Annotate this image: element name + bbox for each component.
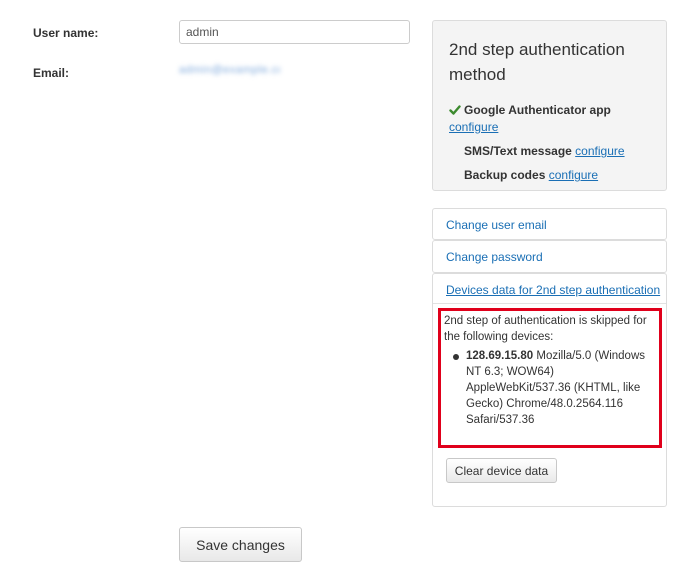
bullet-icon	[453, 354, 459, 360]
username-label: User name:	[33, 26, 99, 40]
device-list-item: 128.69.15.80 Mozilla/5.0 (Windows NT 6.3…	[466, 348, 660, 428]
email-value: admin@example.com	[179, 64, 280, 76]
two-step-panel: 2nd step authentication method Google Au…	[432, 20, 667, 191]
google-auth-label: Google Authenticator app	[464, 103, 611, 117]
clear-device-data-button[interactable]: Clear device data	[446, 458, 557, 483]
panel-title: 2nd step authentication method	[449, 40, 625, 84]
sms-row: SMS/Text message configure	[464, 144, 625, 158]
change-email-card[interactable]: Change user email	[432, 208, 667, 240]
check-icon	[449, 105, 461, 115]
devices-heading-link[interactable]: Devices data for 2nd step authentication	[446, 283, 660, 297]
google-auth-configure-link[interactable]: configure	[449, 120, 498, 134]
save-changes-button[interactable]: Save changes	[179, 527, 302, 562]
change-password-card[interactable]: Change password	[432, 240, 667, 273]
change-email-link[interactable]: Change user email	[446, 218, 547, 232]
devices-divider	[433, 303, 666, 304]
backup-configure-link[interactable]: configure	[549, 168, 598, 182]
backup-codes-label: Backup codes	[464, 168, 546, 182]
devices-intro-text: 2nd step of authentication is skipped fo…	[444, 315, 647, 343]
sms-label: SMS/Text message	[464, 144, 572, 158]
devices-card: Devices data for 2nd step authentication…	[432, 273, 667, 507]
email-label: Email:	[33, 66, 70, 80]
device-ip: 128.69.15.80	[466, 350, 534, 362]
change-password-link[interactable]: Change password	[446, 250, 543, 264]
sms-configure-link[interactable]: configure	[575, 144, 624, 158]
backup-row: Backup codes configure	[464, 168, 598, 182]
username-input[interactable]	[179, 20, 410, 44]
